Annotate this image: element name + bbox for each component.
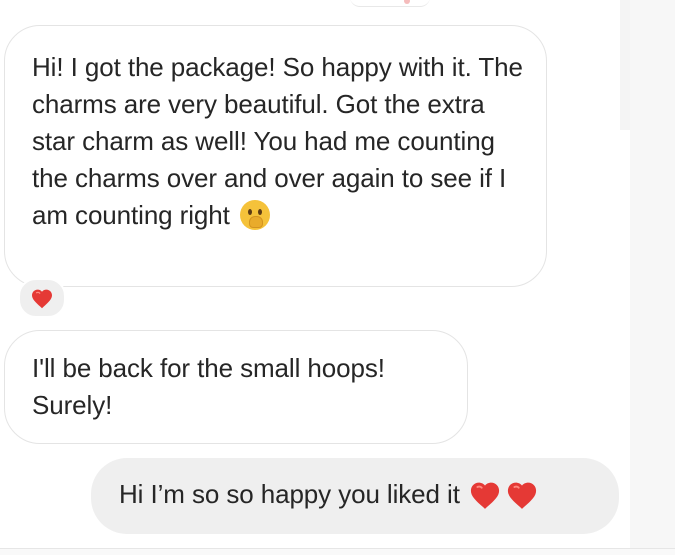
previous-message-decoration bbox=[404, 0, 410, 4]
composer-edge bbox=[0, 548, 675, 555]
message-text: Hi! I got the package! So happy with it.… bbox=[32, 52, 523, 230]
heart-icon bbox=[30, 287, 54, 309]
outgoing-message-bubble[interactable]: Hi I’m so so happy you liked it bbox=[91, 458, 619, 534]
heart-icon bbox=[468, 479, 502, 510]
message-text: Hi I’m so so happy you liked it bbox=[119, 479, 460, 509]
heart-icon bbox=[505, 479, 539, 510]
window-right-edge bbox=[630, 0, 675, 555]
message-text: I'll be back for the small hoops! Surely… bbox=[32, 353, 385, 420]
incoming-message-bubble[interactable]: I'll be back for the small hoops! Surely… bbox=[4, 330, 468, 444]
previous-message-fragment bbox=[350, 0, 430, 7]
hand-over-mouth bbox=[248, 216, 263, 228]
heart-reaction-badge[interactable] bbox=[18, 278, 66, 318]
incoming-message-bubble[interactable]: Hi! I got the package! So happy with it.… bbox=[4, 25, 547, 287]
chat-thread: Hi! I got the package! So happy with it.… bbox=[0, 0, 675, 555]
shushing-face-emoji bbox=[239, 200, 270, 230]
window-right-shadow bbox=[620, 0, 630, 130]
